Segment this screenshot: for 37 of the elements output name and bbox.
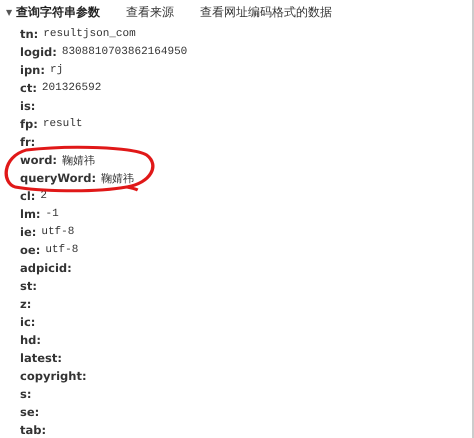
param-key: fr: <box>20 135 36 149</box>
param-key: queryWord: <box>20 171 96 185</box>
param-key: tn: <box>20 27 38 41</box>
view-link[interactable]: 查看来源 <box>126 4 174 21</box>
param-value: 鞠婧祎 <box>101 172 134 186</box>
param-key: lm: <box>20 207 41 221</box>
param-key: logid: <box>20 45 57 59</box>
param-value: result <box>42 118 82 130</box>
param-key: copyright: <box>20 369 87 383</box>
param-key: is: <box>20 99 36 113</box>
param-key: hd: <box>20 333 42 347</box>
param-value: utf-8 <box>41 226 74 238</box>
param-value: -1 <box>46 208 59 220</box>
param-key: s: <box>20 387 32 401</box>
param-value: resultjson_com <box>43 28 136 40</box>
param-value: 201326592 <box>42 82 102 94</box>
param-key: ic: <box>20 315 36 329</box>
section-title: 查询字符串参数 <box>16 4 100 21</box>
collapse-toggle[interactable]: ▼ <box>6 8 12 17</box>
param-key: adpicid: <box>20 261 72 275</box>
param-key: se: <box>20 405 40 419</box>
param-key: word: <box>20 153 58 167</box>
param-key: latest: <box>20 351 62 365</box>
param-value: rj <box>50 64 64 76</box>
param-key: z: <box>20 297 32 311</box>
param-key: ct: <box>20 81 37 95</box>
param-value: utf-8 <box>45 244 78 256</box>
param-value: 鞠婧祎 <box>62 154 96 168</box>
view-link[interactable]: 查看网址编码格式的数据 <box>200 4 332 21</box>
param-key: oe: <box>20 243 40 257</box>
param-key: tab: <box>20 423 46 437</box>
param-key: ipn: <box>20 63 45 77</box>
param-key: ie: <box>20 225 36 239</box>
param-key: fp: <box>20 117 38 131</box>
param-value: 8308810703862164950 <box>62 46 188 58</box>
param-key: cl: <box>20 189 36 203</box>
param-key: st: <box>20 279 37 293</box>
